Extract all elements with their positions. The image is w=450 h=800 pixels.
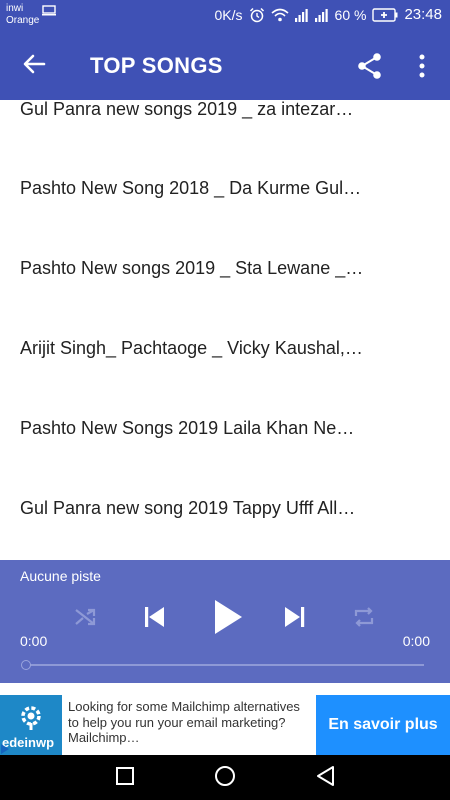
arrow-left-icon — [22, 53, 46, 80]
list-item[interactable]: Gul Panra new songs 2019 _ za intezar… — [0, 100, 450, 139]
carrier-line2: Orange — [6, 15, 40, 26]
more-vert-icon — [412, 54, 432, 84]
home-icon — [214, 765, 236, 792]
list-item[interactable]: Pashto New Songs 2019 Laila Khan Ne… — [0, 418, 450, 458]
play-icon — [213, 599, 243, 640]
home-button[interactable] — [212, 765, 238, 791]
back-button[interactable] — [18, 52, 50, 80]
song-title: Pashto New Songs 2019 Laila Khan Ne… — [20, 418, 355, 438]
shuffle-icon — [74, 606, 98, 633]
recents-icon — [115, 766, 135, 791]
shuffle-button[interactable] — [72, 605, 100, 633]
list-item[interactable]: Gul Panra new song 2019 Tappy Ufff All… — [0, 498, 450, 538]
share-button[interactable] — [356, 52, 384, 80]
screen-icon — [42, 5, 56, 16]
back-icon — [315, 765, 335, 792]
song-list: Gul Panra new songs 2019 _ za intezar… P… — [0, 100, 450, 560]
carrier-line1: inwi — [6, 3, 24, 14]
ad-text: Looking for some Mailchimp alternatives … — [68, 699, 300, 745]
app-bar: TOP SONGS — [0, 32, 450, 100]
system-nav-bar — [0, 755, 450, 800]
repeat-icon — [352, 605, 376, 634]
carrier-info: inwi Orange — [6, 3, 39, 27]
total-time: 0:00 — [402, 633, 430, 649]
song-title: Gul Panra new songs 2019 _ za intezar… — [20, 100, 354, 119]
nav-back-button[interactable] — [312, 765, 338, 791]
more-options-button[interactable] — [412, 52, 432, 80]
song-title: Pashto New songs 2019 _ Sta Lewane _… — [20, 258, 364, 278]
page-title: TOP SONGS — [90, 53, 223, 78]
recents-button[interactable] — [112, 765, 138, 791]
skip-next-icon — [283, 605, 307, 634]
current-time: 0:00 — [20, 633, 48, 649]
list-item[interactable]: Arijit Singh_ Pachtaoge _ Vicky Kaushal,… — [0, 338, 450, 378]
alarm-icon — [249, 7, 265, 23]
song-title: Pashto New Song 2018 _ Da Kurme Gul… — [20, 178, 362, 198]
gear-icon — [21, 706, 41, 730]
track-label: Aucune piste — [20, 568, 101, 584]
share-icon — [356, 53, 384, 84]
ad-banner[interactable]: edeinwp Looking for some Mailchimp alter… — [0, 695, 450, 755]
signal-icon — [294, 8, 309, 22]
signal-icon — [314, 8, 329, 22]
previous-button[interactable] — [140, 605, 168, 633]
seek-thumb[interactable] — [21, 660, 31, 670]
play-button[interactable] — [210, 599, 246, 640]
network-speed: 0K/s — [214, 6, 243, 23]
battery-icon — [372, 7, 398, 22]
next-button[interactable] — [281, 605, 309, 633]
status-bar: inwi Orange 0K/s 60 % 23:48 — [0, 0, 450, 32]
music-player: Aucune piste 0:00 0:00 — [0, 560, 450, 683]
list-item[interactable]: Pashto New Song 2018 _ Da Kurme Gul… — [0, 178, 450, 218]
ad-cta-button[interactable]: En savoir plus — [316, 695, 450, 755]
list-item[interactable]: Pashto New songs 2019 _ Sta Lewane _… — [0, 258, 450, 298]
ad-choices-icon — [1, 744, 9, 754]
wifi-icon — [271, 8, 289, 22]
clock: 23:48 — [404, 6, 442, 23]
repeat-button[interactable] — [350, 605, 378, 633]
ad-logo: edeinwp — [0, 695, 62, 755]
skip-previous-icon — [142, 605, 166, 634]
seek-bar[interactable] — [26, 664, 424, 666]
status-icons: 0K/s 60 % 23:48 — [215, 6, 442, 23]
song-title: Arijit Singh_ Pachtaoge _ Vicky Kaushal,… — [20, 338, 363, 358]
battery-percent: 60 % — [334, 6, 367, 23]
song-title: Gul Panra new song 2019 Tappy Ufff All… — [20, 498, 356, 518]
